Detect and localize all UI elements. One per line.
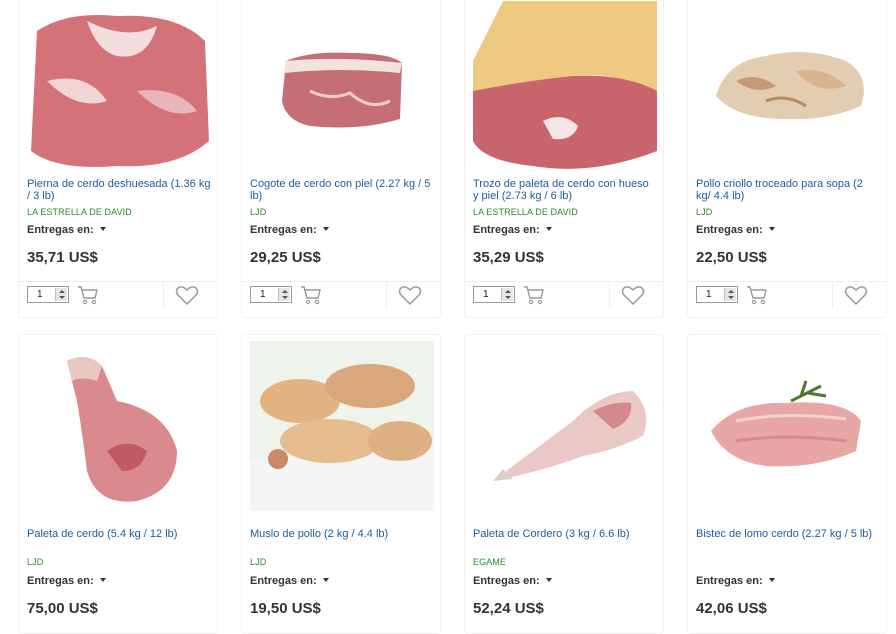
product-price: 75,00 US$ — [27, 600, 98, 617]
delivery-dropdown[interactable]: Entregas en: — [473, 224, 552, 236]
product-brand[interactable]: LA ESTRELLA DE DAVID — [473, 207, 578, 217]
product-price: 42,06 US$ — [696, 600, 767, 617]
product-actions: 1 — [465, 281, 663, 310]
cart-icon[interactable] — [523, 285, 545, 305]
divider — [163, 282, 164, 308]
product-image[interactable] — [696, 341, 880, 511]
divider — [609, 282, 610, 308]
product-card: Paleta de cerdo (5.4 kg / 12 lb) LJD Ent… — [18, 334, 218, 634]
product-title-link[interactable]: Cogote de cerdo con piel (2.27 kg / 5 lb… — [250, 178, 434, 202]
caret-down-icon — [99, 578, 106, 582]
product-actions: 1 — [688, 281, 886, 310]
product-image[interactable] — [250, 341, 434, 511]
product-brand[interactable]: LJD — [27, 557, 43, 567]
cart-icon[interactable] — [77, 285, 99, 305]
heart-icon[interactable] — [398, 284, 422, 306]
quantity-value: 1 — [483, 289, 489, 300]
spin-arrows-icon[interactable] — [278, 288, 290, 301]
delivery-dropdown[interactable]: Entregas en: — [27, 575, 106, 587]
caret-down-icon — [545, 227, 552, 231]
product-title-link[interactable]: Paleta de Cordero (3 kg / 6.6 lb) — [473, 528, 657, 541]
heart-icon[interactable] — [175, 284, 199, 306]
product-image[interactable] — [473, 341, 657, 511]
caret-down-icon — [768, 227, 775, 231]
quantity-stepper[interactable]: 1 — [473, 286, 515, 303]
heart-icon[interactable] — [621, 284, 645, 306]
cart-icon[interactable] — [746, 285, 768, 305]
quantity-stepper[interactable]: 1 — [250, 286, 292, 303]
delivery-dropdown[interactable]: Entregas en: — [250, 224, 329, 236]
delivery-label: Entregas en: — [696, 575, 763, 587]
quantity-value: 1 — [37, 289, 43, 300]
spin-arrows-icon[interactable] — [55, 288, 67, 301]
delivery-label: Entregas en: — [473, 224, 540, 236]
delivery-dropdown[interactable]: Entregas en: — [696, 575, 775, 587]
product-card: Trozo de paleta de cerdo con hueso y pie… — [464, 0, 664, 318]
product-price: 35,71 US$ — [27, 249, 98, 266]
product-image[interactable] — [27, 341, 211, 511]
product-card: Paleta de Cordero (3 kg / 6.6 lb) EGAME … — [464, 334, 664, 634]
caret-down-icon — [545, 578, 552, 582]
caret-down-icon — [768, 578, 775, 582]
caret-down-icon — [322, 578, 329, 582]
delivery-dropdown[interactable]: Entregas en: — [250, 575, 329, 587]
delivery-dropdown[interactable]: Entregas en: — [696, 224, 775, 236]
product-price: 35,29 US$ — [473, 249, 544, 266]
product-title-link[interactable]: Pierna de cerdo deshuesada (1.36 kg / 3 … — [27, 178, 211, 202]
delivery-label: Entregas en: — [250, 575, 317, 587]
product-title-link[interactable]: Paleta de cerdo (5.4 kg / 12 lb) — [27, 528, 211, 541]
product-actions: 1 — [19, 281, 217, 310]
product-brand[interactable]: LA ESTRELLA DE DAVID — [27, 207, 132, 217]
product-image[interactable] — [473, 1, 657, 171]
product-brand[interactable]: LJD — [250, 557, 266, 567]
product-image[interactable] — [696, 1, 880, 171]
product-image[interactable] — [250, 1, 434, 171]
spin-arrows-icon[interactable] — [501, 288, 513, 301]
product-price: 52,24 US$ — [473, 600, 544, 617]
delivery-label: Entregas en: — [696, 224, 763, 236]
quantity-value: 1 — [260, 289, 266, 300]
delivery-label: Entregas en: — [250, 224, 317, 236]
heart-icon[interactable] — [844, 284, 868, 306]
product-card: Pierna de cerdo deshuesada (1.36 kg / 3 … — [18, 0, 218, 318]
product-price: 29,25 US$ — [250, 249, 321, 266]
quantity-stepper[interactable]: 1 — [696, 286, 738, 303]
quantity-stepper[interactable]: 1 — [27, 286, 69, 303]
delivery-label: Entregas en: — [27, 575, 94, 587]
product-brand[interactable]: LJD — [250, 207, 266, 217]
product-title-link[interactable]: Pollo criollo troceado para sopa (2 kg/ … — [696, 178, 880, 202]
divider — [832, 282, 833, 308]
product-title-link[interactable]: Trozo de paleta de cerdo con hueso y pie… — [473, 178, 657, 202]
delivery-label: Entregas en: — [27, 224, 94, 236]
product-card: Bistec de lomo cerdo (2.27 kg / 5 lb) En… — [687, 334, 887, 634]
delivery-dropdown[interactable]: Entregas en: — [27, 224, 106, 236]
delivery-label: Entregas en: — [473, 575, 540, 587]
product-actions: 1 — [242, 281, 440, 310]
caret-down-icon — [322, 227, 329, 231]
cart-icon[interactable] — [300, 285, 322, 305]
delivery-dropdown[interactable]: Entregas en: — [473, 575, 552, 587]
product-price: 22,50 US$ — [696, 249, 767, 266]
divider — [386, 282, 387, 308]
product-title-link[interactable]: Muslo de pollo (2 kg / 4.4 lb) — [250, 528, 434, 541]
spin-arrows-icon[interactable] — [724, 288, 736, 301]
product-image[interactable] — [27, 1, 211, 171]
product-price: 19,50 US$ — [250, 600, 321, 617]
product-card: Cogote de cerdo con piel (2.27 kg / 5 lb… — [241, 0, 441, 318]
product-card: Pollo criollo troceado para sopa (2 kg/ … — [687, 0, 887, 318]
quantity-value: 1 — [706, 289, 712, 300]
caret-down-icon — [99, 227, 106, 231]
product-title-link[interactable]: Bistec de lomo cerdo (2.27 kg / 5 lb) — [696, 528, 880, 541]
product-brand[interactable]: LJD — [696, 207, 712, 217]
product-brand[interactable]: EGAME — [473, 557, 506, 567]
product-card: Muslo de pollo (2 kg / 4.4 lb) LJD Entre… — [241, 334, 441, 634]
